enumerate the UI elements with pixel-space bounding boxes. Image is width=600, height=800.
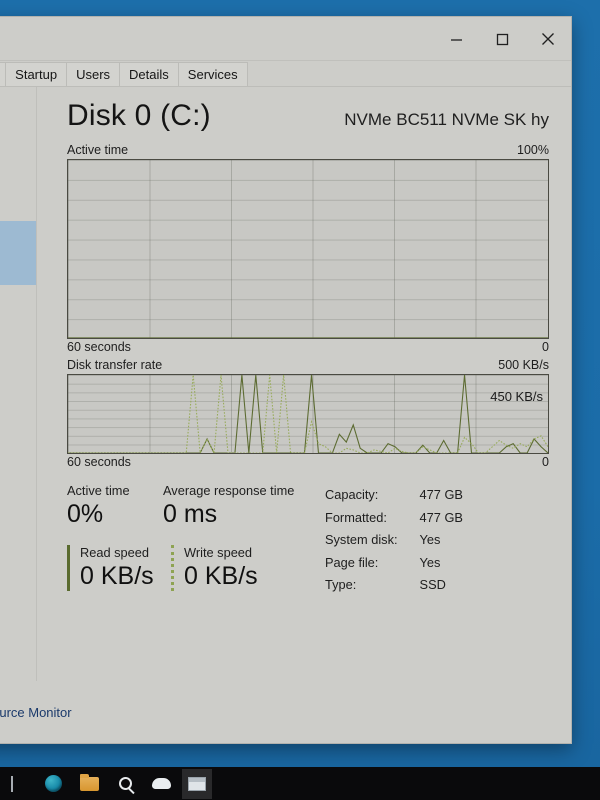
disk-details-table: Capacity: 477 GB Formatted: 477 GB Syste…	[325, 483, 463, 597]
active-time-graph-labels: Active time 100%	[67, 143, 549, 157]
active-time-plot	[68, 337, 548, 338]
disk-model-label: NVMe BC511 NVMe SK hy	[344, 110, 549, 129]
detail-key: System disk:	[325, 532, 398, 547]
write-speed-label: Write speed	[184, 545, 253, 560]
close-button[interactable]	[525, 17, 571, 61]
search-icon[interactable]	[110, 769, 140, 799]
minimize-button[interactable]	[433, 17, 479, 61]
detail-key: Capacity:	[325, 487, 379, 502]
sidebar-item-disk[interactable]	[0, 221, 36, 285]
window-controls	[433, 17, 571, 61]
transfer-rate-plot	[68, 375, 548, 453]
active-time-stat: Active time 0%	[67, 483, 163, 529]
response-time-stat-label: Average response time	[163, 483, 295, 498]
tab-services[interactable]: Services	[177, 62, 248, 86]
sidebar-item-memory[interactable]	[0, 157, 36, 221]
detail-value: 477 GB	[419, 509, 463, 525]
transfer-rate-graph-footer: 60 seconds 0	[67, 455, 549, 469]
task-manager-window: ew story Startup Users Details Services	[0, 16, 572, 744]
transfer-rate-graph-labels: Disk transfer rate 500 KB/s	[67, 358, 549, 372]
read-speed-label: Read speed	[80, 545, 150, 560]
maximize-button[interactable]	[479, 17, 525, 61]
sidebar-item-cpu[interactable]	[0, 93, 36, 157]
active-time-graph-xlabel: 60 seconds	[67, 340, 131, 354]
weather-icon[interactable]	[146, 769, 176, 799]
active-time-graph[interactable]	[67, 159, 549, 339]
sidebar-item-gpu[interactable]: phics	[0, 349, 36, 413]
edge-browser-icon[interactable]	[38, 769, 68, 799]
open-resource-monitor-link[interactable]: Resource Monitor	[0, 705, 72, 720]
transfer-rate-tooltip: 450 KB/s	[490, 389, 543, 404]
active-time-graph-max: 100%	[517, 143, 549, 157]
read-speed-stat: Read speed 0 KB/s	[67, 545, 171, 591]
start-icon[interactable]	[2, 769, 32, 799]
active-time-graph-block: Active time 100% 60 seconds 0	[67, 143, 549, 354]
detail-value: SSD	[419, 577, 446, 592]
active-time-graph-title: Active time	[67, 143, 129, 157]
table-row: Page file: Yes	[325, 552, 463, 575]
table-row: Capacity: 477 GB	[325, 484, 463, 507]
disk-stats: Active time 0% Average response time 0 m…	[67, 483, 549, 597]
transfer-rate-graph-title: Disk transfer rate	[67, 358, 163, 372]
transfer-rate-graph-block: Disk transfer rate 500 KB/s 450 KB/s 60 …	[67, 358, 549, 469]
table-row: Type: SSD	[325, 574, 463, 597]
read-speed-value: 0 KB/s	[80, 562, 154, 590]
taskbar	[0, 767, 600, 800]
detail-key: Page file:	[325, 554, 379, 570]
active-time-stat-value: 0%	[67, 500, 104, 528]
page-title: Disk 0 (C:)	[67, 99, 211, 132]
active-time-graph-footer: 60 seconds 0	[67, 340, 549, 354]
detail-value: Yes	[419, 532, 441, 547]
detail-key: Formatted:	[325, 509, 387, 525]
tab-label: Startup	[15, 67, 58, 82]
performance-sidebar: phics	[0, 87, 37, 681]
tab-label: Users	[76, 67, 111, 82]
tab-strip: story Startup Users Details Services	[0, 61, 571, 87]
transfer-rate-graph-min: 0	[542, 455, 549, 469]
table-row: Formatted: 477 GB	[325, 507, 463, 530]
response-time-stat: Average response time 0 ms	[163, 483, 323, 529]
disk-performance-panel: Disk 0 (C:) NVMe BC511 NVMe SK hy Active…	[37, 87, 571, 681]
window-titlebar[interactable]: ew	[0, 17, 571, 61]
detail-value: 477 GB	[419, 487, 463, 502]
window-body: phics Disk 0 (C:) NVMe BC511 NVMe SK hy …	[0, 87, 571, 681]
sidebar-item-network[interactable]	[0, 285, 36, 349]
write-speed-stat: Write speed 0 KB/s	[171, 545, 275, 591]
file-explorer-icon[interactable]	[74, 769, 104, 799]
panel-header: Disk 0 (C:) NVMe BC511 NVMe SK hy	[67, 99, 549, 133]
tab-startup[interactable]: Startup	[5, 62, 68, 86]
table-row: System disk: Yes	[325, 529, 463, 552]
response-time-stat-value: 0 ms	[163, 500, 218, 528]
write-speed-value: 0 KB/s	[184, 562, 258, 590]
transfer-rate-graph-xlabel: 60 seconds	[67, 455, 131, 469]
tab-details[interactable]: Details	[119, 62, 179, 86]
detail-value: Yes	[419, 554, 441, 570]
transfer-rate-graph-max: 500 KB/s	[498, 358, 549, 372]
disk-speed-stats: Read speed 0 KB/s Write speed 0 KB/s	[67, 545, 325, 591]
tab-label: Details	[129, 67, 169, 82]
disk-stats-top-row: Active time 0% Average response time 0 m…	[67, 483, 325, 529]
detail-key: Type:	[325, 577, 357, 592]
tab-users[interactable]: Users	[66, 62, 121, 86]
disk-stats-left: Active time 0% Average response time 0 m…	[67, 483, 325, 597]
active-time-graph-min: 0	[542, 340, 549, 354]
task-manager-icon[interactable]	[182, 768, 212, 799]
disk-transfer-rate-graph[interactable]: 450 KB/s	[67, 374, 549, 454]
disk-details: Capacity: 477 GB Formatted: 477 GB Syste…	[325, 484, 463, 597]
active-time-stat-label: Active time	[67, 483, 130, 498]
window-footer: Resource Monitor	[0, 681, 571, 743]
tab-label: Services	[187, 67, 238, 82]
